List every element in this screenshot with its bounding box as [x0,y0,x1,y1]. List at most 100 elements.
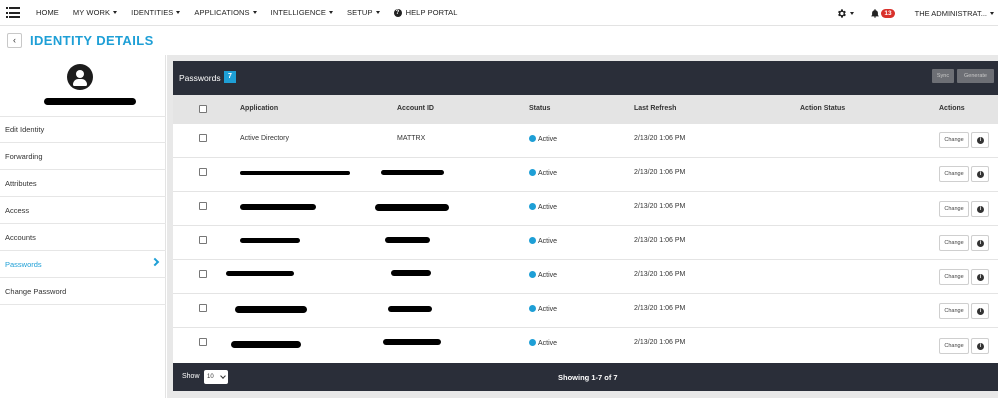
table-row: Active 2/13/20 1:06 PM Change i [173,192,998,226]
nav-right: 13 THE ADMINISTRAT... [836,0,998,26]
info-button[interactable]: i [971,269,989,285]
sidebar-item-label: Change Password [5,286,67,296]
row-checkbox[interactable] [199,270,207,278]
cell-status: Active [529,203,557,211]
sidebar-item-label: Forwarding [5,151,43,161]
cell-last-refresh: 2/13/20 1:06 PM [634,203,686,210]
row-checkbox[interactable] [199,304,207,312]
cell-last-refresh: 2/13/20 1:06 PM [634,305,686,312]
row-checkbox[interactable] [199,338,207,346]
page-size-value: 10 [207,374,214,380]
nav-identities[interactable]: IDENTITIES [131,8,181,17]
redacted-account-id [383,339,441,345]
hamburger-icon[interactable] [6,7,20,18]
nav-help-portal[interactable]: ? HELP PORTAL [393,8,458,17]
title-bar: ‹ IDENTITY DETAILS [0,27,998,53]
info-button[interactable]: i [971,201,989,217]
row-checkbox[interactable] [199,168,207,176]
sidebar-item-edit-identity[interactable]: Edit Identity [0,116,166,143]
status-dot-icon [529,237,536,244]
info-button[interactable]: i [971,166,989,182]
sidebar-item-label: Access [5,205,30,215]
cell-application: Active Directory [240,135,290,142]
back-icon: ‹ [13,35,16,45]
count-badge: 7 [224,71,236,83]
nav-applications-label: APPLICATIONS [194,8,250,17]
select-all-checkbox[interactable] [199,105,207,113]
redacted-account-id [385,237,430,243]
panel-footer: Show 10 Showing 1-7 of 7 [173,363,998,391]
redacted-account-id [388,306,432,312]
status-dot-icon [529,135,536,142]
sidebar-item-access[interactable]: Access [0,197,166,224]
status-dot-icon [529,203,536,210]
row-checkbox[interactable] [199,202,207,210]
table-row: Active Directory MATTRX Active 2/13/20 1… [173,124,998,158]
col-account-id[interactable]: Account ID [397,105,434,112]
avatar-icon [67,64,93,90]
sidebar-item-forwarding[interactable]: Forwarding [0,143,166,170]
cell-last-refresh: 2/13/20 1:06 PM [634,271,686,278]
nav-home[interactable]: HOME [36,8,59,17]
nav-my-work-label: MY WORK [72,8,111,17]
cell-last-refresh: 2/13/20 1:06 PM [634,339,686,346]
generate-button[interactable]: Generate [957,69,994,83]
sidebar-item-accounts[interactable]: Accounts [0,224,166,251]
cell-status: Active [529,135,557,143]
cell-status: Active [529,305,557,313]
nav-my-work[interactable]: MY WORK [72,8,118,17]
panel-header: Passwords 7 Sync Generate [173,61,998,95]
redacted-application [240,238,300,243]
info-icon: i [977,274,984,281]
cell-status: Active [529,271,557,279]
caret-down-icon [990,11,994,15]
nav-setup[interactable]: SETUP [347,8,380,17]
info-button[interactable]: i [971,132,989,148]
status-text: Active [538,204,558,211]
nav-applications[interactable]: APPLICATIONS [194,8,257,17]
change-button[interactable]: Change [939,235,969,251]
status-text: Active [538,272,558,279]
row-checkbox[interactable] [199,134,207,142]
notifications-button[interactable]: 13 [870,8,895,19]
redacted-account-id [381,170,444,175]
col-action-status[interactable]: Action Status [800,105,845,112]
sync-button[interactable]: Sync [932,69,954,83]
nav-intelligence[interactable]: INTELLIGENCE [271,8,334,17]
page-size-select[interactable]: 10 [204,370,228,384]
redacted-application [240,171,350,175]
col-status[interactable]: Status [529,105,550,112]
change-button[interactable]: Change [939,201,969,217]
table-row: Active 2/13/20 1:06 PM Change i [173,294,998,328]
row-checkbox[interactable] [199,236,207,244]
status-dot-icon [529,339,536,346]
sidebar-item-attributes[interactable]: Attributes [0,170,166,197]
info-button[interactable]: i [971,338,989,354]
settings-menu[interactable] [836,8,855,19]
user-menu[interactable]: THE ADMINISTRAT... [915,9,994,18]
back-button[interactable]: ‹ [7,32,22,48]
change-button[interactable]: Change [939,269,969,285]
cell-status: Active [529,169,557,177]
change-button[interactable]: Change [939,132,969,148]
nav-home-label: HOME [36,8,59,17]
change-button[interactable]: Change [939,303,969,319]
info-icon: i [977,171,984,178]
sidebar-item-label: Attributes [5,178,37,188]
info-button[interactable]: i [971,235,989,251]
cell-last-refresh: 2/13/20 1:06 PM [634,169,686,176]
redacted-application [231,341,301,348]
caret-down-icon [375,11,380,14]
cell-status: Active [529,339,557,347]
chevron-down-icon [220,373,226,379]
col-application[interactable]: Application [240,105,278,112]
col-last-refresh[interactable]: Last Refresh [634,105,676,112]
caret-down-icon [329,11,334,14]
change-button[interactable]: Change [939,338,969,354]
change-button[interactable]: Change [939,166,969,182]
sidebar-item-change-password[interactable]: Change Password [0,278,166,305]
sidebar-item-passwords[interactable]: Passwords [0,251,166,278]
info-button[interactable]: i [971,303,989,319]
notification-badge: 13 [881,8,895,18]
bell-icon [871,8,880,18]
